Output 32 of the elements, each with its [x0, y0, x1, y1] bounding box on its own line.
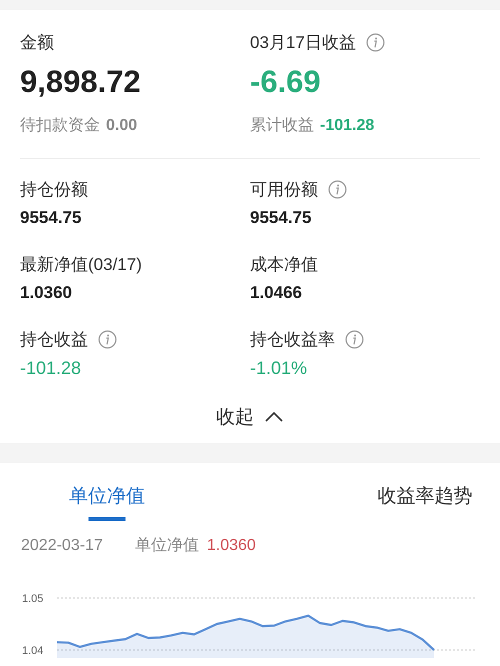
info-icon[interactable]: [345, 330, 364, 348]
detail-value: 9554.75: [250, 207, 312, 229]
tab[interactable]: 单位净值: [69, 481, 145, 521]
detail-label: 最新净值(03/17): [20, 254, 142, 276]
tab[interactable]: 收益率趋势: [378, 481, 472, 521]
detail-value: -1.01%: [250, 357, 308, 380]
detail-label: 持仓收益率: [250, 328, 335, 350]
detail-value: 1.0360: [20, 282, 73, 304]
summary-value: 9,898.72: [20, 63, 142, 101]
summary-label: 金额: [20, 32, 54, 54]
detail-label: 成本净值: [250, 254, 318, 276]
summary-value: -6.69: [250, 63, 322, 101]
y-tick: 1.04: [22, 645, 44, 657]
detail-value: -101.28: [20, 357, 82, 380]
info-icon[interactable]: [366, 32, 385, 52]
info-icon[interactable]: [98, 330, 117, 348]
quote-date: 2022-03-17: [21, 536, 103, 554]
detail-label: 可用份额: [250, 178, 318, 200]
detail-value: 1.0466: [250, 282, 303, 304]
sub-label: 待扣款资金: [20, 116, 100, 136]
quote-value: 1.0360: [206, 536, 256, 554]
detail-label: 持仓收益: [20, 328, 88, 350]
collapse-button[interactable]: 收起: [210, 400, 290, 434]
sub-value: -101.28: [320, 117, 374, 135]
y-tick: 1.05: [22, 593, 44, 605]
sub-label: 累计收益: [250, 116, 314, 136]
detail-value: 9554.75: [20, 207, 82, 229]
info-icon[interactable]: [328, 180, 347, 198]
quote-label: 单位净值: [134, 536, 199, 556]
detail-label: 持仓份额: [20, 178, 88, 200]
summary-label: 03月17日收益: [250, 32, 356, 54]
sub-value: 0.00: [106, 117, 138, 135]
